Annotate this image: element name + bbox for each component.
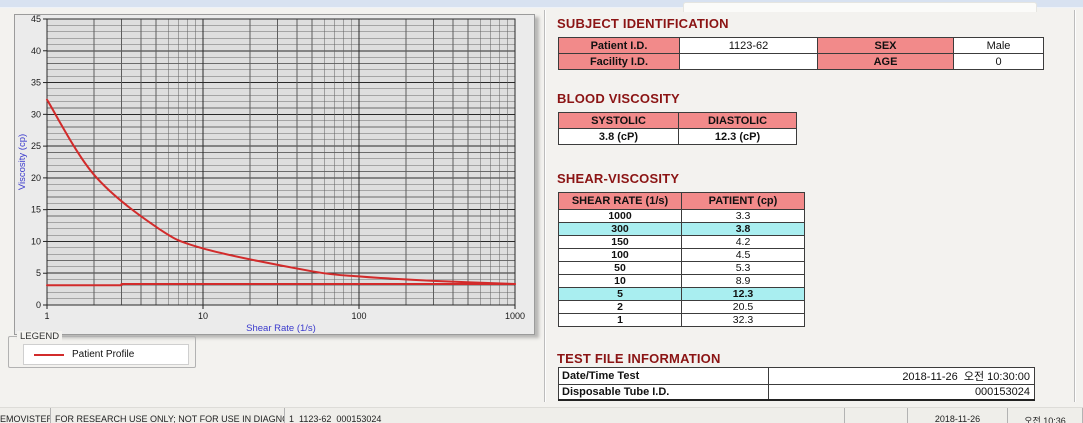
subject-label-cell: AGE xyxy=(817,53,954,70)
viscosity-report-window: 0 5 10 15 20 25 30 35 40 45 1 10 100 1000 Shear Rate (… xyxy=(0,0,1083,423)
x-tick-label: 100 xyxy=(351,311,366,321)
panel-divider-left xyxy=(544,10,546,402)
blood-viscosity-table: SYSTOLIC DIASTOLIC 3.8 (cP) 12.3 (cP) xyxy=(558,112,797,145)
patient-viscosity-cell: 3.8 xyxy=(681,222,805,236)
panel-divider-right xyxy=(1074,10,1076,402)
shear-rate-cell: 100 xyxy=(558,248,682,262)
subject-identification-table: Patient I.D. 1123-62 SEX Male Facility I.D. A… xyxy=(558,37,1044,70)
blood-value-cell: 3.8 (cP) xyxy=(558,128,679,145)
patient-profile-line-sample xyxy=(34,353,64,356)
patient-viscosity-cell: 20.5 xyxy=(681,300,805,314)
subject-row: Facility I.D. AGE 0 xyxy=(558,53,1044,70)
patient-viscosity-cell: 4.2 xyxy=(681,235,805,249)
testfile-value-cell: 2018-11-26 오전 10:30:00 xyxy=(768,367,1035,385)
blood-header-cell: SYSTOLIC xyxy=(558,112,679,129)
patient-viscosity-cell: 4.5 xyxy=(681,248,805,262)
blood-header-row: SYSTOLIC DIASTOLIC xyxy=(558,112,797,129)
x-tick-label: 1 xyxy=(44,311,49,321)
blood-value-cell: 12.3 (cP) xyxy=(678,128,797,145)
subject-row: Patient I.D. 1123-62 SEX Male xyxy=(558,37,1044,54)
legend-caption: LEGEND xyxy=(17,331,63,342)
test-file-information-table: Date/Time Test 2018-11-26 오전 10:30:00 Disp… xyxy=(558,367,1035,401)
status-time: 오전 10:36 xyxy=(1008,408,1083,423)
shear-row: 300 3.8 xyxy=(558,222,805,236)
shear-row: 5 12.3 xyxy=(558,287,805,301)
shear-rate-cell: 5 xyxy=(558,287,682,301)
subject-value-cell: Male xyxy=(953,37,1044,54)
shear-rate-cell: 50 xyxy=(558,261,682,275)
patient-viscosity-cell: 3.3 xyxy=(681,209,805,223)
shear-rate-cell: 1000 xyxy=(558,209,682,223)
shear-rate-cell: 150 xyxy=(558,235,682,249)
viscosity-vs-shear-rate-chart: 0 5 10 15 20 25 30 35 40 45 1 10 100 1000 Shear Rate (… xyxy=(17,15,525,334)
shear-viscosity-title: SHEAR-VISCOSITY xyxy=(557,171,680,186)
status-test-file-name: 1_1123-62_000153024 xyxy=(285,408,845,423)
testfile-label-cell: Disposable Tube I.D. xyxy=(558,384,769,401)
shear-header-cell: PATIENT (cp) xyxy=(681,192,805,210)
patient-viscosity-cell: 5.3 xyxy=(681,261,805,275)
shear-row: 50 5.3 xyxy=(558,261,805,275)
y-tick-label: 40 xyxy=(31,46,41,56)
test-file-information-title: TEST FILE INFORMATION xyxy=(557,351,721,366)
x-axis-title: Shear Rate (1/s) xyxy=(246,323,316,334)
blood-header-cell: DIASTOLIC xyxy=(678,112,797,129)
status-empty-panel xyxy=(845,408,908,423)
y-axis-title: Viscosity (cp) xyxy=(17,134,28,190)
shear-rate-cell: 300 xyxy=(558,222,682,236)
y-tick-label: 5 xyxy=(36,268,41,278)
y-tick-label: 25 xyxy=(31,141,41,151)
shear-header-cell: SHEAR RATE (1/s) xyxy=(558,192,682,210)
y-tick-label: 15 xyxy=(31,205,41,215)
y-tick-label: 45 xyxy=(31,15,41,24)
subject-label-cell: SEX xyxy=(817,37,954,54)
testfile-label-cell: Date/Time Test xyxy=(558,367,769,385)
y-tick-label: 35 xyxy=(31,78,41,88)
patient-viscosity-cell: 8.9 xyxy=(681,274,805,288)
x-tick-label: 1000 xyxy=(505,311,525,321)
status-research-use-notice: FOR RESEARCH USE ONLY; NOT FOR USE IN DI… xyxy=(51,408,285,423)
blood-viscosity-title: BLOOD VISCOSITY xyxy=(557,91,680,106)
status-bar: EMOVISTER FOR RESEARCH USE ONLY; NOT FOR … xyxy=(0,407,1083,423)
status-date: 2018-11-26 xyxy=(908,408,1008,423)
top-tab-highlight xyxy=(683,2,1037,12)
legend-entry-label: Patient Profile xyxy=(72,349,135,360)
y-tick-label: 10 xyxy=(31,236,41,246)
shear-row: 1 32.3 xyxy=(558,313,805,327)
viscosity-chart-panel: 0 5 10 15 20 25 30 35 40 45 1 10 100 1000 Shear Rate (… xyxy=(14,14,535,335)
testfile-row: Date/Time Test 2018-11-26 오전 10:30:00 xyxy=(558,367,1035,385)
patient-viscosity-cell: 32.3 xyxy=(681,313,805,327)
subject-value-cell: 1123-62 xyxy=(679,37,818,54)
subject-value-cell xyxy=(679,53,818,70)
legend-groupbox: LEGEND Patient Profile xyxy=(8,331,196,368)
patient-viscosity-cell: 12.3 xyxy=(681,287,805,301)
testfile-row: Disposable Tube I.D. 000153024 xyxy=(558,384,1035,401)
subject-label-cell: Facility I.D. xyxy=(558,53,680,70)
y-tick-label: 20 xyxy=(31,173,41,183)
shear-row: 150 4.2 xyxy=(558,235,805,249)
subject-identification-title: SUBJECT IDENTIFICATION xyxy=(557,16,729,31)
shear-header-row: SHEAR RATE (1/s) PATIENT (cp) xyxy=(558,192,805,210)
x-tick-label: 10 xyxy=(198,311,208,321)
shear-rate-cell: 1 xyxy=(558,313,682,327)
shear-row: 2 20.5 xyxy=(558,300,805,314)
y-tick-label: 0 xyxy=(36,300,41,310)
legend-entry-box: Patient Profile xyxy=(23,344,189,365)
subject-label-cell: Patient I.D. xyxy=(558,37,680,54)
shear-rate-cell: 2 xyxy=(558,300,682,314)
status-app-name: EMOVISTER xyxy=(0,408,51,423)
blood-value-row: 3.8 (cP) 12.3 (cP) xyxy=(558,128,797,145)
y-tick-label: 30 xyxy=(31,109,41,119)
shear-row: 100 4.5 xyxy=(558,248,805,262)
shear-row: 10 8.9 xyxy=(558,274,805,288)
shear-rate-cell: 10 xyxy=(558,274,682,288)
subject-value-cell: 0 xyxy=(953,53,1044,70)
testfile-value-cell: 000153024 xyxy=(768,384,1035,401)
shear-row: 1000 3.3 xyxy=(558,209,805,223)
shear-viscosity-table: SHEAR RATE (1/s) PATIENT (cp) 1000 3.3 300 3.… xyxy=(558,192,805,327)
